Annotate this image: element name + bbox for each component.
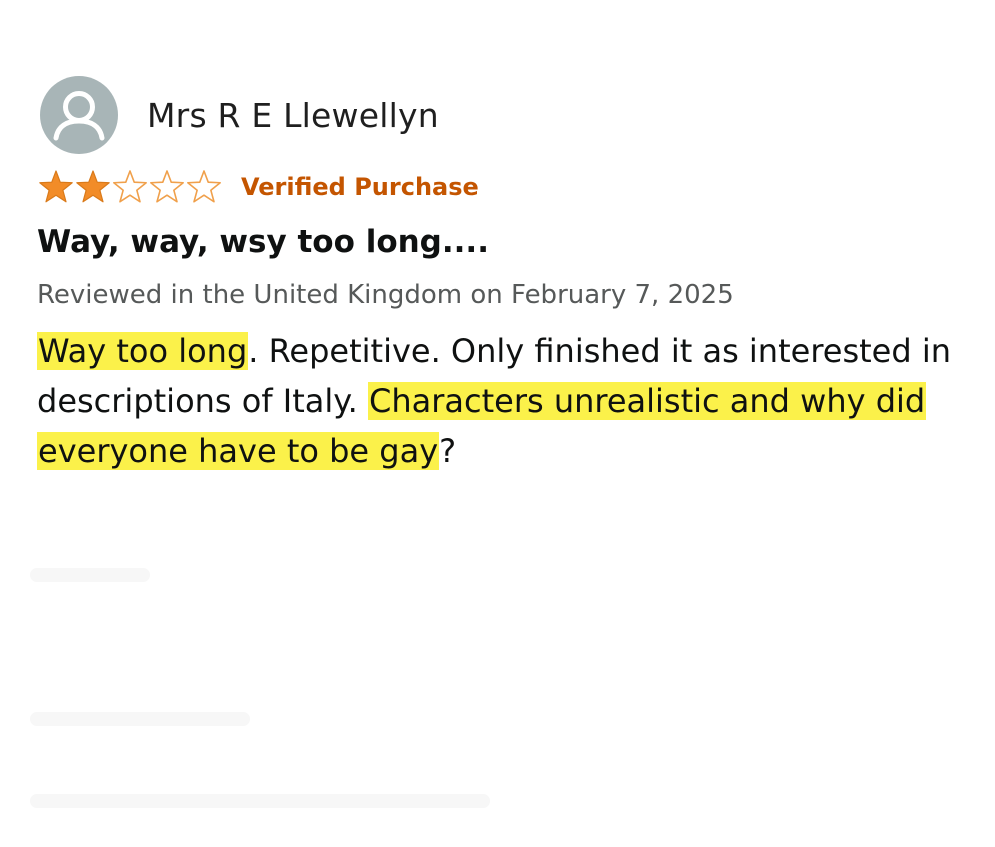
rating-row: Verified Purchase [36, 167, 479, 207]
star-empty-icon [187, 170, 221, 203]
verified-purchase-badge: Verified Purchase [241, 173, 479, 201]
avatar[interactable] [40, 76, 118, 154]
star-empty-icon [150, 170, 184, 203]
faded-content [30, 712, 250, 726]
person-silhouette-icon [53, 91, 105, 141]
reviewer-name[interactable]: Mrs R E Llewellyn [147, 96, 439, 135]
star-rating[interactable] [36, 168, 221, 206]
star-filled-icon [76, 170, 110, 203]
review-title[interactable]: Way, way, wsy too long.... [37, 224, 489, 260]
body-text: ? [439, 432, 457, 470]
faded-content [30, 568, 150, 582]
review-body: Way too long. Repetitive. Only finished … [37, 326, 967, 476]
review-date: Reviewed in the United Kingdom on Februa… [37, 280, 734, 310]
faded-content [30, 794, 490, 808]
highlighted-text: Way too long [37, 332, 249, 370]
review-card: Mrs R E Llewellyn Verified Purchase Way,… [0, 0, 995, 847]
star-filled-icon [39, 170, 73, 203]
reviewer-row: Mrs R E Llewellyn [40, 76, 439, 154]
star-empty-icon [113, 170, 147, 203]
